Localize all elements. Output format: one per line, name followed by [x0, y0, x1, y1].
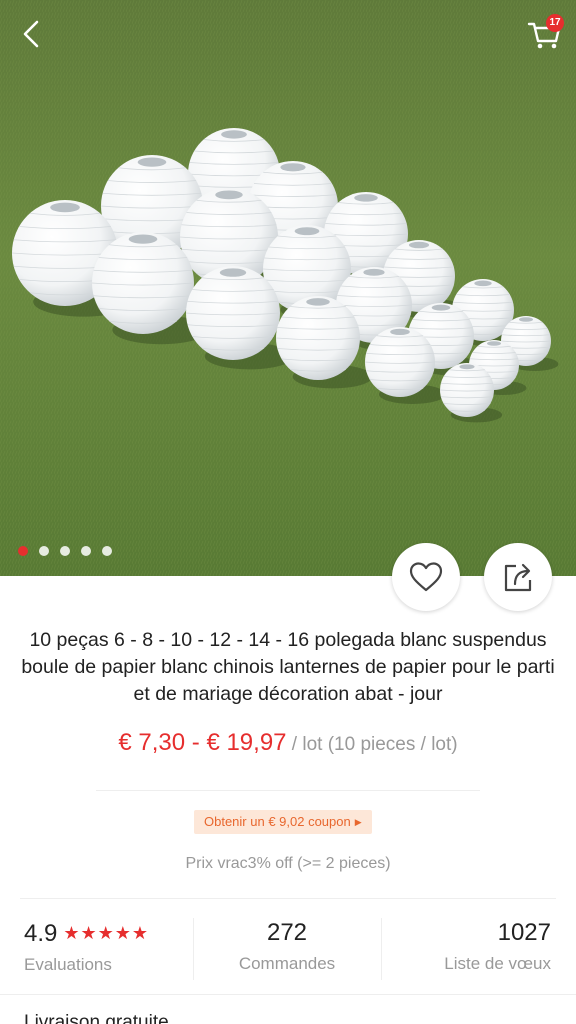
lantern-shape: [275, 296, 361, 380]
stat-orders[interactable]: 272 Commandes: [193, 910, 381, 984]
divider: [20, 898, 556, 899]
divider: [0, 994, 576, 995]
chevron-left-icon: [23, 20, 39, 48]
share-button[interactable]: [484, 543, 552, 611]
stat-wishlist[interactable]: 1027 Liste de vœux: [381, 910, 551, 984]
product-image[interactable]: [0, 0, 576, 576]
price-line: € 7,30 - € 19,97 / lot (10 pieces / lot): [0, 729, 576, 757]
gallery-dot[interactable]: [18, 546, 28, 556]
price-unit: / lot (10 pieces / lot): [286, 734, 458, 755]
shipping-label[interactable]: Livraison gratuite: [24, 1012, 169, 1024]
product-title: 10 peças 6 - 8 - 10 - 12 - 14 - 16 poleg…: [21, 629, 555, 705]
rating-value: 4.9: [24, 920, 58, 947]
wishlist-value: 1027: [497, 919, 551, 946]
share-icon: [504, 563, 532, 592]
lantern-shape: [439, 363, 495, 417]
price-range: € 7,30 - € 19,97: [118, 729, 287, 756]
rating-label: Evaluations: [24, 955, 112, 974]
back-button[interactable]: [14, 16, 50, 52]
lantern-shape: [185, 266, 281, 360]
gallery-dot[interactable]: [39, 546, 49, 556]
gallery-dot[interactable]: [60, 546, 70, 556]
cart-count-badge: 17: [546, 14, 564, 32]
heart-icon: [409, 562, 443, 592]
caret-right-icon: ▶: [354, 817, 362, 827]
gallery-dot[interactable]: [102, 546, 112, 556]
gallery-pagination: [18, 546, 112, 556]
coupon-label: Obtenir un € 9,02 coupon: [204, 814, 351, 829]
bulk-price: Prix vrac3% off (>= 2 pieces): [185, 855, 391, 872]
stats-bar: 4.9 ★★★★★ Evaluations 272 Commandes 1027 …: [0, 910, 576, 984]
coupon-button[interactable]: Obtenir un € 9,02 coupon ▶: [194, 810, 372, 834]
divider: [96, 790, 480, 791]
wishlist-label: Liste de vœux: [444, 954, 551, 973]
lantern-shape: [364, 327, 436, 397]
orders-label: Commandes: [238, 954, 336, 973]
lantern-shape: [91, 232, 195, 334]
rating-stars-icon: ★★★★★: [63, 923, 150, 943]
orders-value: 272: [266, 919, 308, 946]
wishlist-button[interactable]: [392, 543, 460, 611]
stat-rating[interactable]: 4.9 ★★★★★ Evaluations: [24, 910, 192, 984]
gallery-dot[interactable]: [81, 546, 91, 556]
cart-button[interactable]: 17: [526, 14, 564, 52]
